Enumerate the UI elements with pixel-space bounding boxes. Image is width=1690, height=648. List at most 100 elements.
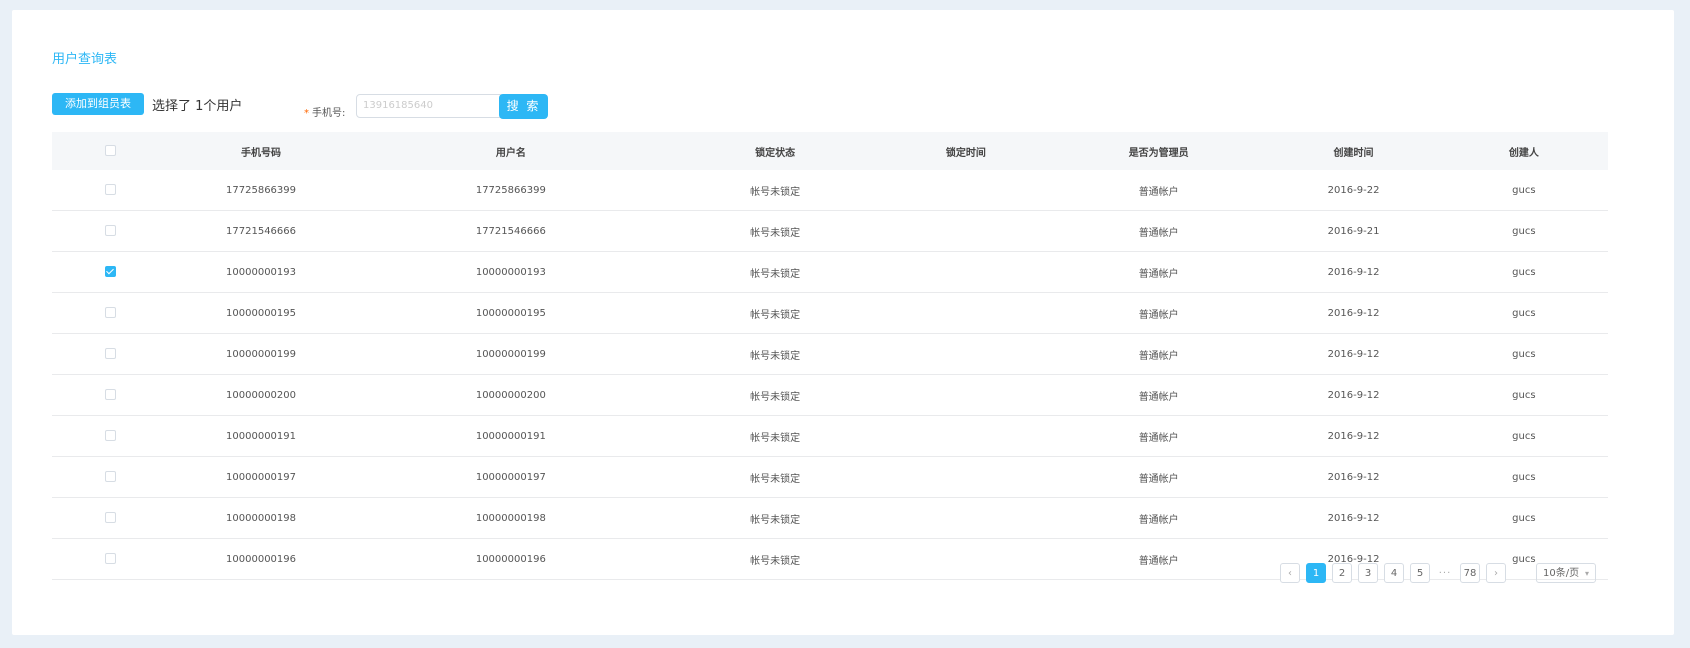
cell-username: 10000000196 xyxy=(353,538,669,580)
cell-admin: 普通帐户 xyxy=(1049,333,1268,375)
phone-label: * 手机号: xyxy=(304,104,345,119)
table-row[interactable]: 10000000198 10000000198 帐号未锁定 普通帐户 2016-9-12… xyxy=(52,497,1608,539)
cell-created: 2016-9-12 xyxy=(1267,374,1440,416)
cell-phone: 10000000196 xyxy=(168,538,354,580)
row-checkbox[interactable] xyxy=(104,348,116,360)
cell-creator: gucs xyxy=(1439,333,1608,375)
cell-select[interactable] xyxy=(52,333,169,375)
add-to-group-button[interactable]: 添加到组员表 xyxy=(52,93,144,115)
cell-select[interactable] xyxy=(52,210,169,252)
cell-creator: gucs xyxy=(1439,210,1608,252)
phone-label-text: 手机号: xyxy=(312,108,346,119)
page-button-5[interactable]: 5 xyxy=(1410,563,1430,583)
row-checkbox[interactable] xyxy=(104,225,116,237)
header-admin: 是否为管理员 xyxy=(1049,132,1268,170)
cell-lock-status: 帐号未锁定 xyxy=(668,538,882,580)
page-size-label: 10条/页 xyxy=(1543,568,1580,579)
select-all-checkbox[interactable] xyxy=(104,145,116,157)
cell-lock-status: 帐号未锁定 xyxy=(668,170,882,211)
cell-created: 2016-9-12 xyxy=(1267,456,1440,498)
cell-phone: 10000000197 xyxy=(168,456,354,498)
cell-created: 2016-9-12 xyxy=(1267,251,1440,293)
cell-creator: gucs xyxy=(1439,497,1608,539)
cell-select[interactable] xyxy=(52,497,169,539)
row-checkbox[interactable] xyxy=(104,184,116,196)
row-checkbox[interactable] xyxy=(104,512,116,524)
cell-lock-time xyxy=(881,415,1050,457)
page-button-last[interactable]: 78 xyxy=(1460,563,1480,583)
cell-admin: 普通帐户 xyxy=(1049,374,1268,416)
cell-creator: gucs xyxy=(1439,292,1608,334)
required-mark: * xyxy=(304,108,309,119)
table-row[interactable]: 10000000191 10000000191 帐号未锁定 普通帐户 2016-9-12… xyxy=(52,415,1608,457)
row-checkbox[interactable] xyxy=(104,553,116,565)
row-checkbox[interactable] xyxy=(104,389,116,401)
cell-select[interactable] xyxy=(52,170,169,211)
cell-admin: 普通帐户 xyxy=(1049,251,1268,293)
page-size-select[interactable]: 10条/页 ▾ xyxy=(1536,563,1596,583)
cell-lock-time xyxy=(881,251,1050,293)
header-creator: 创建人 xyxy=(1439,132,1608,170)
chevron-right-icon[interactable]: › xyxy=(1486,563,1506,583)
cell-username: 10000000200 xyxy=(353,374,669,416)
cell-lock-status: 帐号未锁定 xyxy=(668,210,882,252)
page-button-1[interactable]: 1 xyxy=(1306,563,1326,583)
cell-phone: 10000000200 xyxy=(168,374,354,416)
cell-admin: 普通帐户 xyxy=(1049,292,1268,334)
page-button-4[interactable]: 4 xyxy=(1384,563,1404,583)
table-row[interactable]: 10000000195 10000000195 帐号未锁定 普通帐户 2016-9-12… xyxy=(52,292,1608,334)
cell-admin: 普通帐户 xyxy=(1049,170,1268,211)
cell-lock-time xyxy=(881,333,1050,375)
cell-phone: 10000000199 xyxy=(168,333,354,375)
header-phone: 手机号码 xyxy=(168,132,354,170)
cell-phone: 17725866399 xyxy=(168,170,354,211)
phone-search-input[interactable]: 13916185640 xyxy=(356,94,504,118)
table-body: 17725866399 17725866399 帐号未锁定 普通帐户 2016-9-22… xyxy=(52,170,1608,580)
cell-username: 10000000193 xyxy=(353,251,669,293)
table-row[interactable]: 10000000200 10000000200 帐号未锁定 普通帐户 2016-9-12… xyxy=(52,374,1608,416)
cell-lock-status: 帐号未锁定 xyxy=(668,415,882,457)
row-checkbox[interactable] xyxy=(104,430,116,442)
row-checkbox[interactable] xyxy=(104,266,116,278)
table-row[interactable]: 10000000193 10000000193 帐号未锁定 普通帐户 2016-9-12… xyxy=(52,251,1608,293)
cell-select[interactable] xyxy=(52,292,169,334)
row-checkbox[interactable] xyxy=(104,307,116,319)
cell-select[interactable] xyxy=(52,374,169,416)
cell-select[interactable] xyxy=(52,456,169,498)
chevron-down-icon: ▾ xyxy=(1584,569,1589,578)
table-row[interactable]: 17725866399 17725866399 帐号未锁定 普通帐户 2016-9-22… xyxy=(52,170,1608,211)
selected-count-text: 选择了 1个用户 xyxy=(152,98,243,114)
cell-created: 2016-9-12 xyxy=(1267,415,1440,457)
cell-phone: 10000000195 xyxy=(168,292,354,334)
cell-creator: gucs xyxy=(1439,251,1608,293)
cell-creator: gucs xyxy=(1439,456,1608,498)
cell-lock-time xyxy=(881,497,1050,539)
table-row[interactable]: 10000000197 10000000197 帐号未锁定 普通帐户 2016-9-12… xyxy=(52,456,1608,498)
row-checkbox[interactable] xyxy=(104,471,116,483)
search-button[interactable]: 搜 索 xyxy=(499,94,548,119)
cell-creator: gucs xyxy=(1439,170,1608,211)
cell-created: 2016-9-12 xyxy=(1267,292,1440,334)
cell-lock-time xyxy=(881,538,1050,580)
page-button-3[interactable]: 3 xyxy=(1358,563,1378,583)
table-row[interactable]: 10000000199 10000000199 帐号未锁定 普通帐户 2016-9-12… xyxy=(52,333,1608,375)
cell-admin: 普通帐户 xyxy=(1049,497,1268,539)
cell-created: 2016-9-12 xyxy=(1267,333,1440,375)
page-button-2[interactable]: 2 xyxy=(1332,563,1352,583)
header-select-all[interactable] xyxy=(52,132,169,170)
cell-username: 10000000197 xyxy=(353,456,669,498)
table-row[interactable]: 17721546666 17721546666 帐号未锁定 普通帐户 2016-9-21… xyxy=(52,210,1608,252)
header-lock-time: 锁定时间 xyxy=(881,132,1050,170)
cell-username: 17721546666 xyxy=(353,210,669,252)
cell-lock-time xyxy=(881,170,1050,211)
cell-admin: 普通帐户 xyxy=(1049,456,1268,498)
cell-lock-status: 帐号未锁定 xyxy=(668,456,882,498)
cell-username: 17725866399 xyxy=(353,170,669,211)
cell-phone: 17721546666 xyxy=(168,210,354,252)
cell-select[interactable] xyxy=(52,251,169,293)
cell-select[interactable] xyxy=(52,415,169,457)
cell-select[interactable] xyxy=(52,538,169,580)
page-ellipsis[interactable]: ··· xyxy=(1436,568,1454,579)
chevron-left-icon[interactable]: ‹ xyxy=(1280,563,1300,583)
cell-phone: 10000000191 xyxy=(168,415,354,457)
